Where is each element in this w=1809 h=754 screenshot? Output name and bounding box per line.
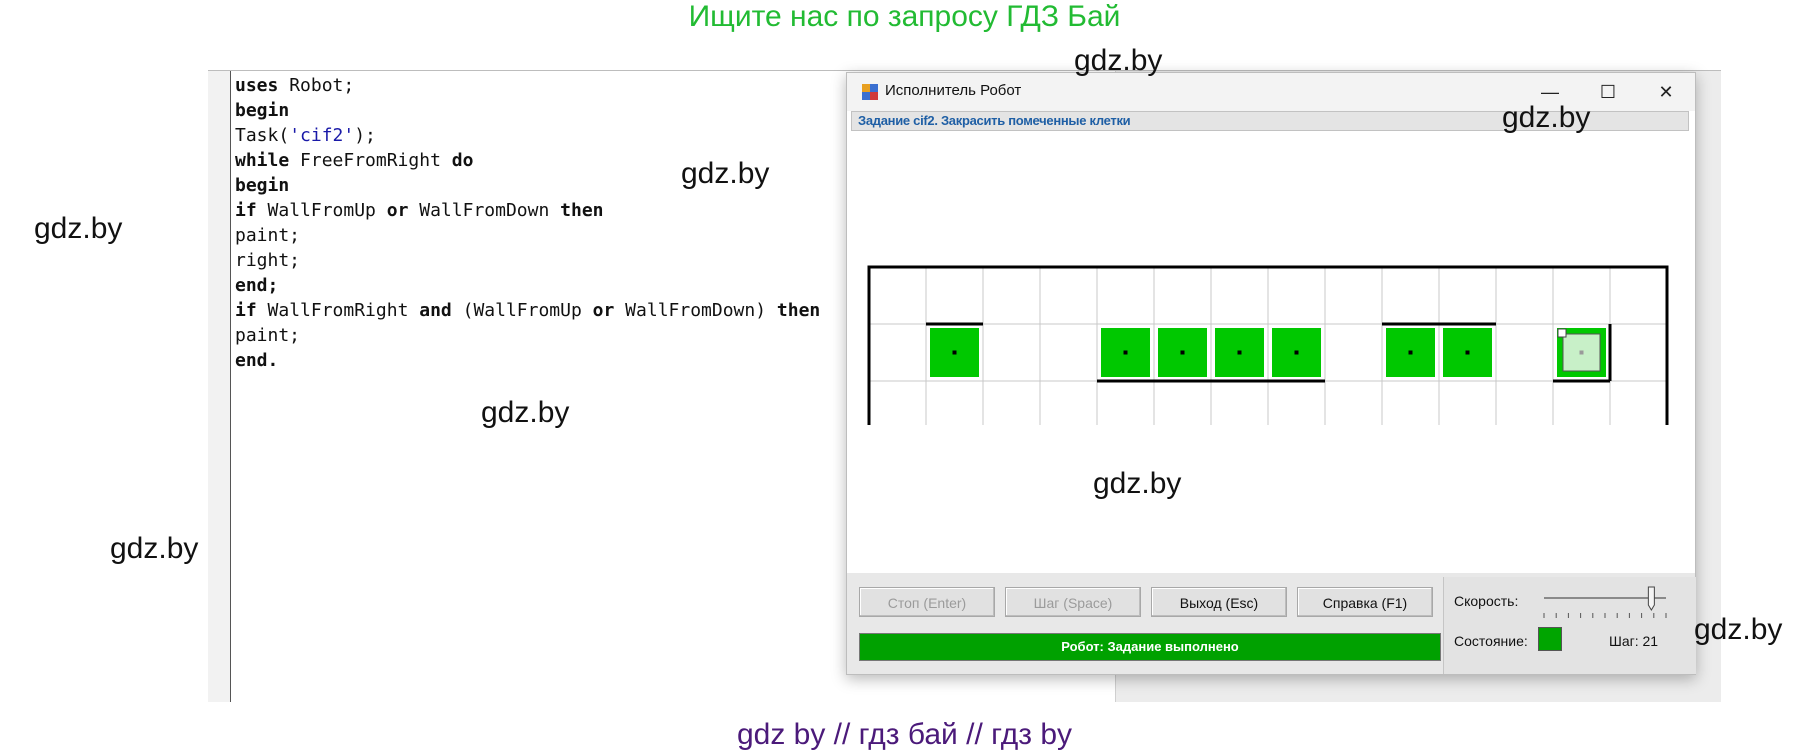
step-button[interactable]: Шаг (Space) (1005, 587, 1141, 617)
code-text-token: WallFromDown (408, 200, 561, 221)
code-text-token: Task( (235, 125, 290, 146)
code-keyword: and (419, 300, 452, 321)
maximize-icon: ☐ (1599, 82, 1617, 102)
stop-button[interactable]: Стоп (Enter) (859, 587, 995, 617)
code-text-token: Robot; (278, 75, 355, 96)
code-text-token: paint; (235, 225, 301, 246)
cell-marker (952, 350, 957, 355)
watermark: gdz.by (681, 157, 770, 190)
code-text-token: FreeFromRight (289, 150, 452, 171)
app-icon (862, 84, 878, 100)
code-keyword: or (386, 200, 409, 221)
cell-marker (1465, 350, 1470, 355)
window-title: Исполнитель Робот (885, 82, 1022, 99)
cell-marker (1294, 350, 1299, 355)
code-keyword: or (592, 300, 615, 321)
speed-label: Скорость: (1454, 593, 1519, 609)
task-description: Задание cif2. Закрасить помеченные клетк… (858, 113, 1131, 128)
code-string: 'cif2' (289, 125, 355, 146)
cell-marker (1123, 350, 1128, 355)
state-label: Состояние: (1454, 633, 1528, 649)
minimize-icon: — (1541, 82, 1559, 102)
cell-marker (1408, 350, 1413, 355)
status-bar: Робот: Задание выполнено (859, 633, 1441, 661)
cell-marker (1180, 350, 1185, 355)
robot-field (867, 265, 1669, 425)
code-keyword: do (451, 150, 474, 171)
watermark: gdz.by (110, 532, 199, 565)
code-text-token: WallFromRight (256, 300, 420, 321)
watermark: gdz.by (1074, 44, 1163, 77)
cell-marker (1579, 350, 1584, 355)
watermark: gdz.by (1694, 613, 1783, 646)
bottom-banner: gdz by // гдз бай // гдз by (736, 718, 1073, 751)
top-banner: Ищите нас по запросу ГДЗ Бай (688, 0, 1121, 33)
close-icon: ✕ (1658, 82, 1674, 102)
robot-corner-marker (1557, 328, 1567, 338)
code-keyword: end. (235, 350, 279, 371)
slider-thumb (1647, 586, 1655, 611)
code-keyword: while (235, 150, 290, 171)
code-text: uses Robot; begin Task('cif2'); while Fr… (235, 73, 820, 373)
code-keyword: end; (235, 275, 279, 296)
watermark: gdz.by (34, 212, 123, 245)
code-keyword: then (560, 200, 604, 221)
code-keyword: if (235, 200, 257, 221)
code-text-token: (WallFromUp (451, 300, 593, 321)
code-keyword: begin (235, 100, 290, 121)
code-keyword: then (776, 300, 821, 321)
speed-slider[interactable] (1540, 581, 1670, 623)
state-indicator (1538, 627, 1562, 651)
watermark: gdz.by (1093, 467, 1182, 500)
watermark: gdz.by (1502, 101, 1591, 134)
code-keyword: uses (235, 75, 279, 96)
code-keyword: if (235, 300, 257, 321)
code-text-token: paint; (235, 325, 301, 346)
close-button[interactable]: ✕ (1637, 73, 1695, 111)
code-text-token: right; (235, 250, 301, 271)
step-counter: Шаг: 21 (1609, 633, 1659, 649)
help-button[interactable]: Справка (F1) (1297, 587, 1433, 617)
speed-state-panel: Скорость: Состояние: Шаг: 21 (1443, 577, 1696, 674)
code-text-token: WallFromUp (256, 200, 387, 221)
exit-button[interactable]: Выход (Esc) (1151, 587, 1287, 617)
control-panel: Стоп (Enter) Шаг (Space) Выход (Esc) Спр… (847, 573, 1696, 674)
watermark: gdz.by (481, 396, 570, 429)
cell-marker (1237, 350, 1242, 355)
robot-window: Исполнитель Робот — ☐ ✕ Задание cif2. За… (846, 72, 1696, 675)
code-keyword: begin (235, 175, 290, 196)
code-text-token: ); (354, 125, 376, 146)
code-text-token: WallFromDown) (614, 300, 777, 321)
